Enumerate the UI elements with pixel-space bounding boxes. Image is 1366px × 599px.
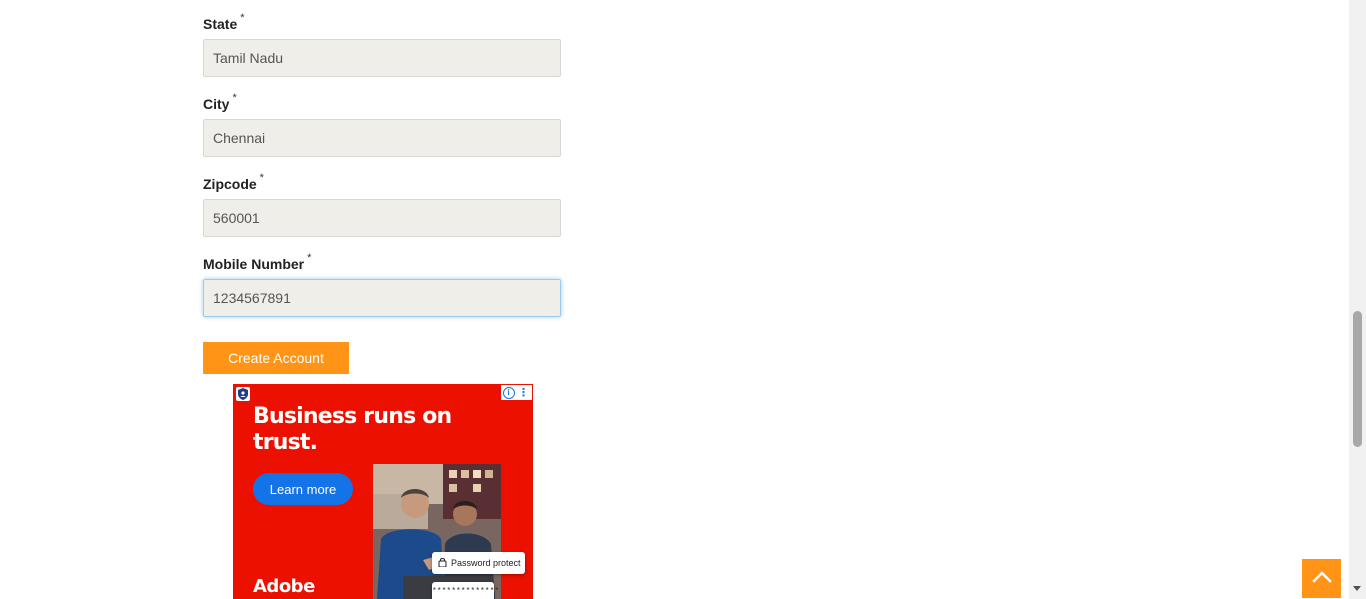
chevron-up-icon [1311,569,1332,588]
city-label-text: City [203,96,230,112]
ad-headline: Business runs on trust. [253,404,452,455]
ad-password-chip: Password protect [432,552,525,574]
advertisement-banner[interactable]: i ⋮ Business runs on trust. Learn more P… [233,384,533,599]
city-field[interactable] [203,119,561,157]
required-mark: * [259,172,264,184]
state-field[interactable] [203,39,561,77]
state-label: State * [203,12,245,32]
mobile-number-label: Mobile Number * [203,252,311,272]
ad-shield-icon [236,387,250,401]
ad-learn-more-button[interactable]: Learn more [253,473,353,505]
vertical-scrollbar[interactable] [1349,0,1366,599]
ad-menu-icon[interactable]: ⋮ [516,385,531,400]
zipcode-label-text: Zipcode [203,176,257,192]
ad-controls: i ⋮ [501,385,532,400]
required-mark: * [232,92,237,104]
scrollbar-thumb[interactable] [1353,311,1362,447]
mobile-number-label-text: Mobile Number [203,256,305,272]
mobile-number-field[interactable] [203,279,561,317]
lock-icon [438,557,447,569]
page: State * City * Zipcode * Mobile Number *… [0,0,1366,599]
state-label-text: State [203,16,238,32]
ad-info-symbol: i [502,386,515,399]
ad-brand-logo: Adobe [253,576,315,597]
scroll-down-arrow-icon[interactable] [1353,586,1361,591]
zipcode-label: Zipcode * [203,172,264,192]
ad-chip-label: Password protect [451,558,521,568]
ad-info-icon[interactable]: i [501,385,516,400]
zipcode-field[interactable] [203,199,561,237]
required-mark: * [240,12,245,24]
city-label: City * [203,92,237,112]
ad-photo [373,464,501,599]
create-account-button[interactable]: Create Account [203,342,349,374]
ad-masked-password: ************** [432,582,499,599]
required-mark: * [307,252,312,264]
back-to-top-button[interactable] [1302,559,1341,598]
